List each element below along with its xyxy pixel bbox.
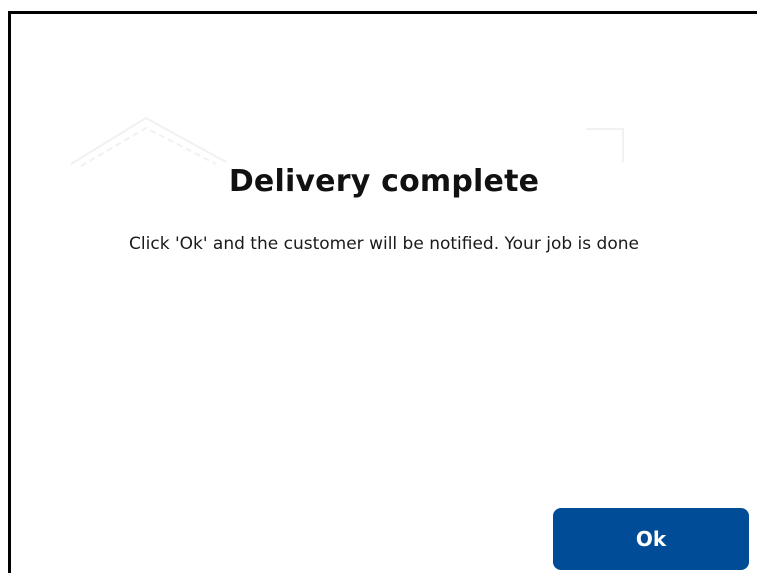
ok-button[interactable]: Ok [553, 508, 749, 570]
delivery-complete-dialog: Delivery complete Click 'Ok' and the cus… [8, 11, 757, 573]
dialog-message: Click 'Ok' and the customer will be noti… [129, 234, 639, 254]
dialog-title: Delivery complete [228, 164, 540, 199]
